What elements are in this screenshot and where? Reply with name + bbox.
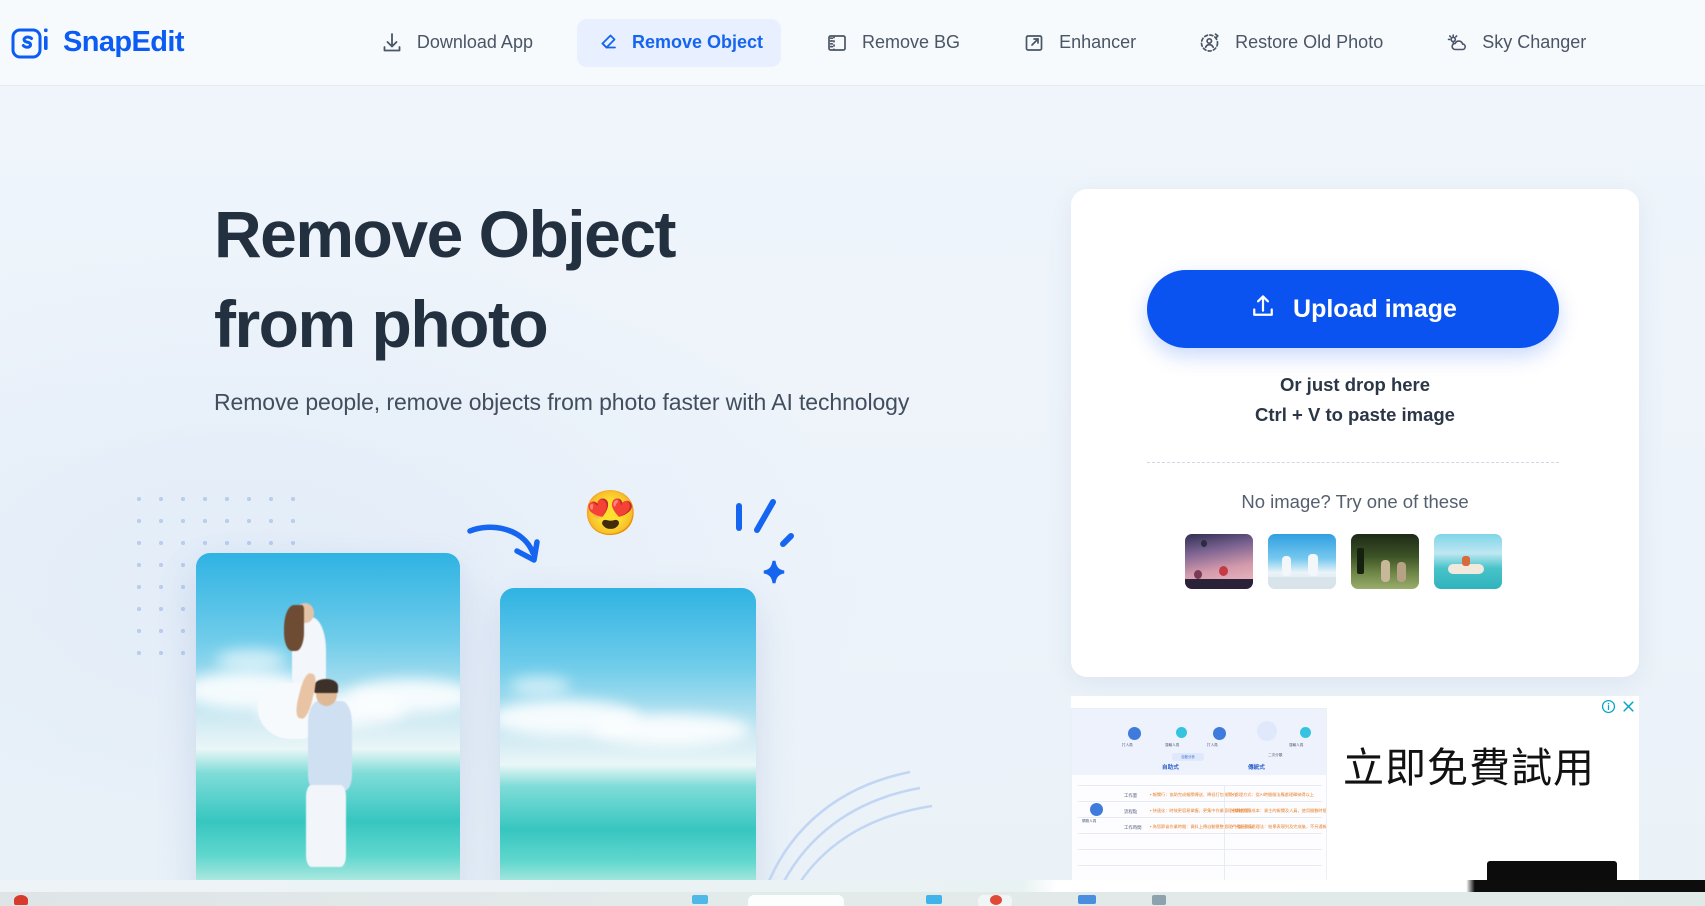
taskbar-icon-start[interactable] (748, 895, 844, 906)
page-root: SnapEdit Download App Remove Object Remo… (0, 0, 1705, 906)
nav-item-remove-object[interactable]: Remove Object (576, 18, 782, 67)
drop-hint-line2: Ctrl + V to paste image (1255, 404, 1455, 425)
brand-name: SnapEdit (63, 26, 184, 58)
ad-right-node-b-caption: 運輸人員 (1289, 743, 1304, 747)
hero-subtitle: Remove people, remove objects from photo… (214, 389, 910, 415)
hero-title-line2: from photo (214, 287, 549, 361)
nav-label-sky-changer: Sky Changer (1482, 32, 1587, 52)
beach-couple-before-photo (196, 553, 460, 892)
ad-side-item-1: 流程點 (1124, 809, 1138, 814)
ad-left-node-b-caption: 運輸人員 (1165, 743, 1180, 747)
ad-info-icon[interactable] (1601, 699, 1616, 714)
drop-hint: Or just drop here Ctrl + V to paste imag… (1071, 370, 1639, 430)
ad-diagram-image[interactable]: 打人員 運輸人員 自動分析 自助式 打人員 運輸人員 二次分類 傳統式 關務人員… (1071, 708, 1327, 891)
ad-right-title: 傳統式 (1248, 765, 1265, 771)
advertisement-banner: 打人員 運輸人員 自動分析 自助式 打人員 運輸人員 二次分類 傳統式 關務人員… (1071, 696, 1639, 891)
hero-title-line1: Remove Object (214, 197, 677, 271)
nav-label-download-app: Download App (416, 32, 533, 52)
ad-left-node-a-caption: 打人員 (1122, 743, 1133, 747)
brand-logo[interactable]: SnapEdit (10, 22, 184, 64)
taskbar-icon-app-5[interactable] (1078, 895, 1096, 904)
sample-images-list (1185, 534, 1502, 589)
upload-image-button[interactable]: Upload image (1147, 270, 1559, 348)
ad-headline: 立即免費試用 (1343, 745, 1595, 791)
ad-right-row-2: ▪ 一鍵連線處理法：結果表現列及完成後，不另通報處理 (1232, 824, 1327, 829)
hero-title-line2-highlight: from photo (214, 279, 549, 369)
hero-section: Remove Object from photo Remove people, … (214, 189, 1054, 416)
nav-item-download-app[interactable]: Download App (362, 19, 551, 67)
hero-illustration: 😍 (0, 466, 1020, 892)
nav-item-restore-old-photo[interactable]: Restore Old Photo (1180, 19, 1401, 67)
curved-arrow-icon (467, 523, 549, 578)
beach-empty-after-photo (500, 588, 756, 892)
nav-item-remove-bg[interactable]: Remove BG (807, 19, 978, 67)
taskbar-icon-app-1[interactable] (692, 895, 708, 904)
restore-person-icon (1198, 31, 1222, 55)
sun-cloud-icon (1445, 31, 1469, 55)
download-icon (380, 31, 404, 55)
eraser-icon (595, 31, 619, 55)
upload-card: Upload image Or just drop here Ctrl + V … (1071, 189, 1639, 677)
ad-right-badge (1257, 721, 1277, 741)
ad-right-row-1: ▪ 單據對應成本：貨主的報關及人員，使用間數時間管理 (1232, 808, 1327, 813)
taskbar-icon-app-4[interactable] (990, 895, 1002, 905)
ad-right-note: 二次分類 (1268, 753, 1283, 757)
nav-label-restore-old-photo: Restore Old Photo (1235, 32, 1384, 52)
ad-diagram-header (1072, 709, 1326, 775)
page-body: Remove Object from photo Remove people, … (0, 86, 1705, 892)
snapedit-logo-icon (10, 22, 52, 64)
ad-left-badge: 自動分析 (1172, 753, 1204, 761)
main-nav: Download App Remove Object Remove BG Enh… (338, 18, 1604, 67)
ad-side-item-0: 工作量 (1124, 793, 1138, 798)
top-header: SnapEdit Download App Remove Object Remo… (0, 0, 1705, 86)
hot-air-balloons-sunset-thumbnail[interactable] (1185, 534, 1253, 589)
sparkle-icon (733, 498, 808, 633)
drop-hint-line1: Or just drop here (1279, 374, 1431, 395)
nav-item-sky-changer[interactable]: Sky Changer (1427, 19, 1604, 67)
group-forest-thumbnail[interactable] (1351, 534, 1419, 589)
arc-decoration (760, 758, 960, 892)
ad-controls (1601, 699, 1636, 714)
ad-right-row-0: ▪ 處理方式：從AI時間服法應處理歸納得以上 (1232, 792, 1314, 797)
ad-close-icon[interactable] (1621, 699, 1636, 714)
heart-eyes-emoji: 😍 (583, 489, 638, 538)
couple-jumping-beach-thumbnail[interactable] (1268, 534, 1336, 589)
card-divider (1147, 462, 1559, 463)
kayak-turquoise-water-thumbnail[interactable] (1434, 534, 1502, 589)
nav-label-enhancer: Enhancer (1059, 32, 1137, 52)
upload-icon (1249, 292, 1277, 327)
taskbar-icon-recording[interactable] (14, 895, 28, 905)
ad-side-label: 關務人員 (1082, 819, 1097, 823)
expand-arrow-icon (1022, 31, 1046, 55)
taskbar-icon-app-6[interactable] (1152, 895, 1166, 905)
ad-side-item-2: 工作時間 (1124, 825, 1142, 830)
nav-label-remove-bg: Remove BG (862, 32, 961, 52)
upload-image-label: Upload image (1293, 294, 1457, 323)
ad-right-node-a-caption: 打人員 (1207, 743, 1218, 747)
page-bottom-strip (0, 880, 1705, 892)
sample-images-label: No image? Try one of these (1241, 491, 1469, 512)
nav-label-remove-object: Remove Object (631, 32, 764, 52)
nav-item-enhancer[interactable]: Enhancer (1004, 19, 1154, 67)
ad-left-title: 自助式 (1162, 765, 1179, 771)
taskbar-icon-app-2[interactable] (926, 895, 942, 904)
page-title: Remove Object from photo (214, 189, 1054, 369)
remove-bg-icon (825, 31, 849, 55)
os-taskbar (0, 892, 1705, 906)
